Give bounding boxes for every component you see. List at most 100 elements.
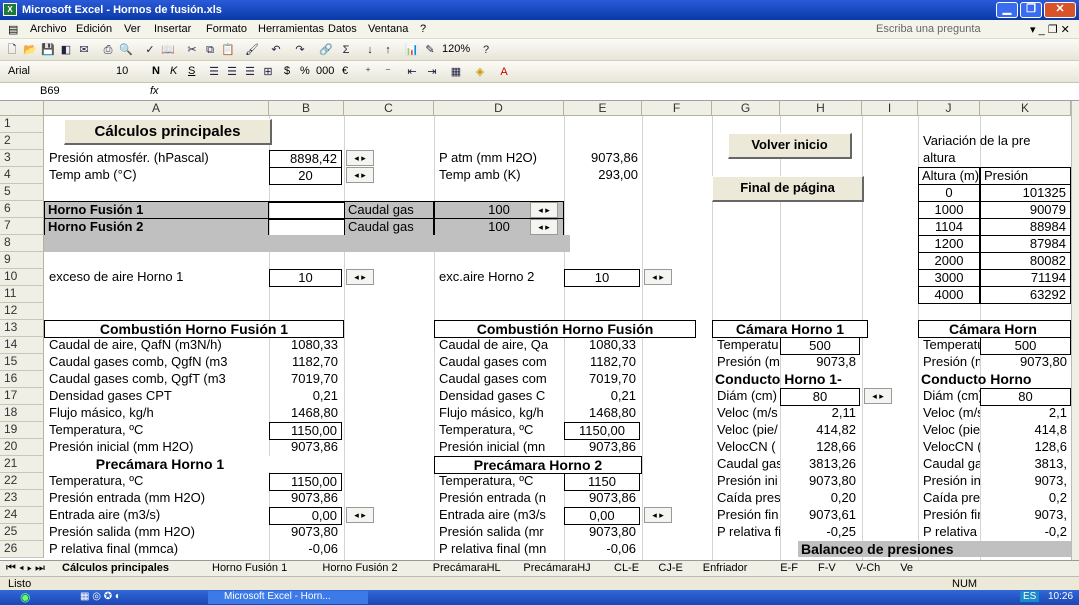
sort-asc-icon[interactable]: ↓ xyxy=(362,42,378,58)
copy-icon[interactable]: ⧉ xyxy=(202,42,218,58)
cell-j19[interactable]: Veloc (pie/ xyxy=(920,422,980,438)
cell-e4[interactable]: 293,00 xyxy=(564,167,642,183)
section-camara-h2[interactable]: Cámara Horn xyxy=(918,320,1071,338)
cell-a14[interactable]: Caudal de aire, QafN (m3N/h) xyxy=(46,337,268,353)
increase-indent-icon[interactable]: ⇥ xyxy=(424,64,440,80)
minimize-button[interactable]: ▁ xyxy=(996,2,1018,18)
cell-g24[interactable]: Presión fin xyxy=(714,507,780,523)
font-select[interactable]: Arial xyxy=(8,65,30,77)
cell-a26[interactable]: P relativa final (mmca) xyxy=(46,541,268,557)
cell-k18[interactable]: 2,1 xyxy=(980,405,1071,421)
cell-j20[interactable]: VelocCN ( xyxy=(920,439,980,455)
cell-k21[interactable]: 3813, xyxy=(980,456,1071,472)
cell-k4[interactable]: Presión xyxy=(980,167,1071,185)
cell-h15[interactable]: 9073,8 xyxy=(780,354,860,370)
cell-k-pres[interactable]: 101325 xyxy=(980,184,1071,202)
cell-b10[interactable]: 10 xyxy=(269,269,342,287)
section-combustion-h2[interactable]: Combustión Horno Fusión xyxy=(434,320,696,338)
save-icon[interactable]: 💾 xyxy=(40,42,56,58)
spinner-b3[interactable]: ◂ ▸ xyxy=(346,150,374,166)
row-header[interactable]: 20 xyxy=(0,439,44,456)
print-icon[interactable]: ⎙ xyxy=(100,42,116,58)
format-painter-icon[interactable]: 🖌 xyxy=(244,42,260,58)
cell-j2[interactable]: Variación de la pre xyxy=(920,133,1071,149)
section-conducto-h1[interactable]: Conducto Horno 1- xyxy=(712,371,862,387)
open-icon[interactable]: 📂 xyxy=(22,42,38,58)
cell-a18[interactable]: Flujo másico, kg/h xyxy=(46,405,268,421)
sheet-tab[interactable]: Horno Fusión 2 xyxy=(322,562,397,574)
sheet-tab[interactable]: F-V xyxy=(818,562,836,574)
section-combustion-h1[interactable]: Combustión Horno Fusión 1 xyxy=(44,320,344,338)
align-left-icon[interactable]: ☰ xyxy=(206,64,222,80)
percent-button[interactable]: % xyxy=(300,65,310,77)
email-icon[interactable]: ✉ xyxy=(76,42,92,58)
cell-a19[interactable]: Temperatura, ºC xyxy=(46,422,268,438)
bold-button[interactable]: N xyxy=(152,65,160,77)
spinner-e10[interactable]: ◂ ▸ xyxy=(644,269,672,285)
column-header[interactable]: F xyxy=(642,101,712,116)
borders-icon[interactable]: ▦ xyxy=(448,64,464,80)
sheet-tab[interactable]: E-F xyxy=(780,562,798,574)
cell-b4[interactable]: 20 xyxy=(269,167,342,185)
cell-d4[interactable]: Temp amb (K) xyxy=(436,167,521,183)
cell-h23[interactable]: 0,20 xyxy=(780,490,860,506)
row-header[interactable]: 1 xyxy=(0,116,44,133)
sort-desc-icon[interactable]: ↑ xyxy=(380,42,396,58)
menu-herramientas[interactable]: Herramientas xyxy=(258,23,324,35)
drawing-icon[interactable]: ✎ xyxy=(422,42,438,58)
sheet-tab[interactable]: PrecámaraHJ xyxy=(523,562,590,574)
cell-e22[interactable]: 1150 xyxy=(564,473,640,491)
sheet-tab[interactable]: CJ-E xyxy=(658,562,682,574)
cell-g23[interactable]: Caída pres xyxy=(714,490,780,506)
sheet-tab[interactable]: Ve xyxy=(900,562,913,574)
horno2-dropdown[interactable]: ▾ xyxy=(269,218,344,220)
cell-a20[interactable]: Presión inicial (mm H2O) xyxy=(46,439,268,455)
menu-archivo[interactable]: Archivo xyxy=(30,23,67,35)
row-header[interactable]: 9 xyxy=(0,252,44,269)
spinner-horno2[interactable]: ◂ ▸ xyxy=(530,219,558,235)
cell-b3[interactable]: 8898,42 xyxy=(269,150,342,168)
function-icon[interactable]: fx xyxy=(150,85,159,97)
cell-g20[interactable]: VelocCN ( xyxy=(714,439,780,455)
spinner-b10[interactable]: ◂ ▸ xyxy=(346,269,374,285)
cell-d23[interactable]: Presión entrada (n xyxy=(436,490,562,506)
spinner-horno1[interactable]: ◂ ▸ xyxy=(530,202,558,218)
cell-k25[interactable]: -0,2 xyxy=(980,524,1071,540)
cell-b24[interactable]: 0,00 xyxy=(269,507,342,525)
column-header[interactable]: C xyxy=(344,101,434,116)
column-header[interactable]: B xyxy=(269,101,344,116)
cell-e18[interactable]: 1468,80 xyxy=(564,405,640,421)
cell-g19[interactable]: Veloc (pie/ xyxy=(714,422,780,438)
cell-g14[interactable]: Temperatu xyxy=(714,337,780,353)
align-center-icon[interactable]: ☰ xyxy=(224,64,240,80)
cell-a4[interactable]: Temp amb (°C) xyxy=(46,167,137,183)
cell-a24[interactable]: Entrada aire (m3/s) xyxy=(46,507,268,523)
cell-a7[interactable]: Horno Fusión 2 xyxy=(44,218,269,236)
cell-d3[interactable]: P atm (mm H2O) xyxy=(436,150,537,166)
close-button[interactable]: ✕ xyxy=(1044,2,1076,18)
document-icon[interactable]: ▤ xyxy=(8,23,18,36)
row-header[interactable]: 19 xyxy=(0,422,44,439)
euro-button[interactable]: € xyxy=(342,65,348,77)
spreadsheet-grid[interactable]: A B C D E F G H I J K 1 2 3 4 5 6 7 8 9 10 11 12 13 1… xyxy=(0,101,1071,560)
section-camara-h1[interactable]: Cámara Horno 1 xyxy=(712,320,868,338)
cell-e10[interactable]: 10 xyxy=(564,269,640,287)
cell-j21[interactable]: Caudal ga: xyxy=(920,456,980,472)
cell-h19[interactable]: 414,82 xyxy=(780,422,860,438)
cell-k-pres[interactable]: 90079 xyxy=(980,201,1071,219)
cell-e25[interactable]: 9073,80 xyxy=(564,524,640,540)
cell-b22[interactable]: 1150,00 xyxy=(269,473,342,491)
align-right-icon[interactable]: ☰ xyxy=(242,64,258,80)
menu-edicion[interactable]: Edición xyxy=(76,23,112,35)
row-header[interactable]: 24 xyxy=(0,507,44,524)
cell-d24[interactable]: Entrada aire (m3/s xyxy=(436,507,562,523)
section-precamara-h1[interactable]: Precámara Horno 1 xyxy=(44,456,276,472)
cell-a10[interactable]: exceso de aire Horno 1 xyxy=(46,269,183,285)
cell-g21[interactable]: Caudal gas xyxy=(714,456,780,472)
formula-input[interactable] xyxy=(180,85,1060,99)
cell-b20[interactable]: 9073,86 xyxy=(269,439,342,455)
cell-j14[interactable]: Temperatu xyxy=(920,337,980,353)
cell-j18[interactable]: Veloc (m/s xyxy=(920,405,980,421)
cell-d16[interactable]: Caudal gases com xyxy=(436,371,562,387)
row-header[interactable]: 13 xyxy=(0,320,44,337)
